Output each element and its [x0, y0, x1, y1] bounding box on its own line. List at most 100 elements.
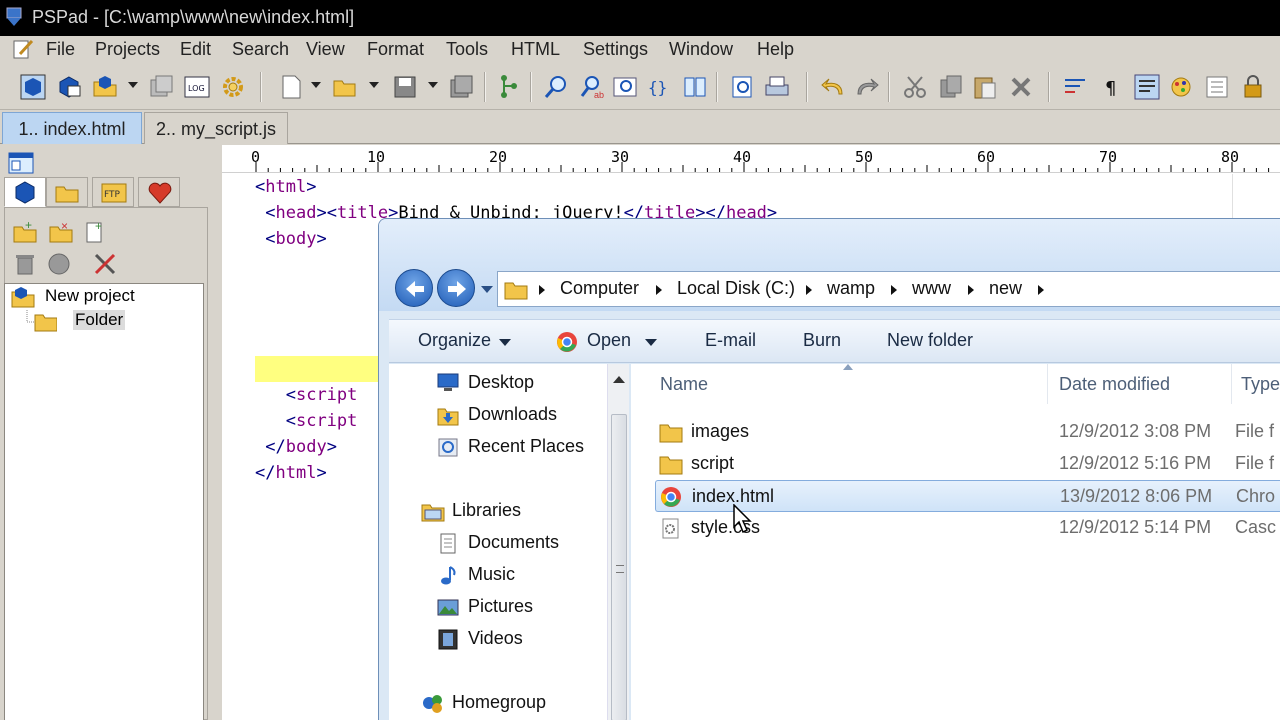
breadcrumb-wamp[interactable]: wamp — [827, 278, 875, 299]
new-dropdown-caret[interactable] — [311, 82, 321, 88]
breadcrumb-arrow[interactable] — [968, 285, 974, 295]
svg-text:+: + — [95, 220, 102, 233]
toolbar-separator — [716, 72, 718, 102]
column-header-type[interactable]: Type — [1241, 374, 1280, 395]
organize-dropdown-caret[interactable] — [499, 339, 511, 346]
word-wrap-icon[interactable] — [1062, 74, 1088, 100]
breadcrumb-local-disk[interactable]: Local Disk (C:) — [677, 278, 795, 299]
code-line: </html> — [255, 463, 327, 483]
file-row-images[interactable]: images 12/9/2012 3:08 PM File f — [655, 416, 1280, 448]
email-button[interactable]: E-mail — [705, 330, 756, 351]
cut-icon[interactable] — [902, 74, 928, 100]
breadcrumb-new[interactable]: new — [989, 278, 1022, 299]
open-folder-icon[interactable] — [332, 74, 358, 100]
nav-scrollbar[interactable] — [607, 364, 629, 720]
menu-file[interactable]: File — [46, 39, 75, 60]
chrome-icon[interactable] — [556, 331, 578, 353]
delete-folder-icon[interactable]: × — [49, 220, 73, 244]
close-project-icon[interactable] — [148, 74, 174, 100]
menu-window[interactable]: Window — [669, 39, 733, 60]
settings-gear-icon[interactable] — [220, 74, 246, 100]
menu-tools[interactable]: Tools — [446, 39, 488, 60]
breadcrumb-arrow[interactable] — [1038, 285, 1044, 295]
save-all-icon[interactable] — [448, 74, 474, 100]
breadcrumb-arrow[interactable] — [806, 285, 812, 295]
new-folder-icon[interactable]: + — [13, 220, 37, 244]
copy-icon[interactable] — [938, 74, 964, 100]
text-block-icon[interactable] — [1134, 74, 1160, 100]
organize-button[interactable]: Organize — [418, 330, 491, 351]
address-bar[interactable]: Computer Local Disk (C:) wamp www new — [497, 271, 1280, 307]
menu-html[interactable]: HTML — [511, 39, 560, 60]
book-icon[interactable] — [682, 74, 708, 100]
column-header-name[interactable]: Name — [660, 374, 708, 395]
replace-icon[interactable]: ab — [578, 74, 604, 100]
nav-item-label: Recent Places — [468, 436, 585, 456]
burn-button[interactable]: Burn — [803, 330, 841, 351]
pilcrow-icon[interactable]: ¶ — [1098, 74, 1124, 100]
menu-view[interactable]: View — [306, 39, 345, 60]
record-icon[interactable] — [47, 252, 71, 276]
column-separator[interactable] — [1047, 364, 1048, 404]
brackets-icon[interactable]: {} — [646, 74, 672, 100]
log-icon[interactable]: LOG — [184, 74, 210, 100]
project-dropdown-caret[interactable] — [128, 82, 138, 88]
tab-ftp[interactable]: FTP — [92, 177, 134, 207]
recent-pages-dropdown[interactable] — [481, 286, 493, 293]
column-separator[interactable] — [1231, 364, 1232, 404]
nav-item-label: Music — [468, 564, 516, 584]
save-icon[interactable] — [392, 74, 418, 100]
search-files-icon[interactable] — [612, 74, 638, 100]
search-icon[interactable] — [543, 74, 569, 100]
paste-icon[interactable] — [972, 74, 998, 100]
menu-bar: File Projects Edit Search View Format To… — [0, 36, 1280, 64]
project-folder-icon[interactable] — [92, 74, 118, 100]
tab-index-html[interactable]: 1.. index.html — [2, 112, 142, 144]
open-dropdown-caret[interactable] — [369, 82, 379, 88]
forward-button[interactable] — [437, 269, 475, 307]
menu-settings[interactable]: Settings — [583, 39, 648, 60]
column-header-date[interactable]: Date modified — [1059, 374, 1170, 395]
menu-search[interactable]: Search — [232, 39, 289, 60]
breadcrumb-arrow[interactable] — [891, 285, 897, 295]
new-file-icon[interactable] — [278, 74, 304, 100]
menu-edit[interactable]: Edit — [180, 39, 211, 60]
scroll-up-arrow[interactable] — [613, 376, 625, 383]
print-icon[interactable] — [764, 74, 790, 100]
tab-favorites[interactable] — [138, 177, 180, 207]
open-project-icon[interactable] — [56, 74, 82, 100]
checklist-icon[interactable] — [1204, 74, 1230, 100]
mouse-cursor-icon — [733, 504, 752, 534]
save-dropdown-caret[interactable] — [428, 82, 438, 88]
breadcrumb-computer[interactable]: Computer — [560, 278, 639, 299]
tools-icon[interactable] — [93, 252, 117, 276]
open-dropdown-caret[interactable] — [645, 339, 657, 346]
add-file-icon[interactable]: + — [83, 220, 107, 244]
delete-icon[interactable] — [1008, 74, 1034, 100]
undo-icon[interactable] — [820, 74, 846, 100]
menu-projects[interactable]: Projects — [95, 39, 160, 60]
tab-my-script-js[interactable]: 2.. my_script.js — [144, 112, 288, 144]
breadcrumb-www[interactable]: www — [912, 278, 951, 299]
tab-projects[interactable] — [4, 177, 46, 207]
project-icon[interactable] — [20, 74, 46, 100]
new-folder-button[interactable]: New folder — [887, 330, 973, 351]
panel-window-icon[interactable] — [8, 151, 34, 175]
pspad-app-icon[interactable] — [4, 6, 24, 28]
tab-files[interactable] — [46, 177, 88, 207]
file-row-script[interactable]: script 12/9/2012 5:16 PM File f — [655, 448, 1280, 480]
open-button[interactable]: Open — [587, 330, 631, 351]
redo-icon[interactable] — [854, 74, 880, 100]
back-button[interactable] — [395, 269, 433, 307]
scrollbar-thumb[interactable] — [611, 414, 627, 720]
breadcrumb-arrow[interactable] — [656, 285, 662, 295]
lock-icon[interactable] — [1240, 74, 1266, 100]
tree-structure-icon[interactable] — [496, 74, 522, 100]
breadcrumb-arrow[interactable] — [539, 285, 545, 295]
trash-icon[interactable] — [13, 252, 37, 276]
menu-help[interactable]: Help — [757, 39, 794, 60]
color-picker-icon[interactable] — [1168, 74, 1194, 100]
document-edit-icon[interactable] — [12, 38, 34, 60]
menu-format[interactable]: Format — [367, 39, 424, 60]
preview-icon[interactable] — [730, 74, 756, 100]
